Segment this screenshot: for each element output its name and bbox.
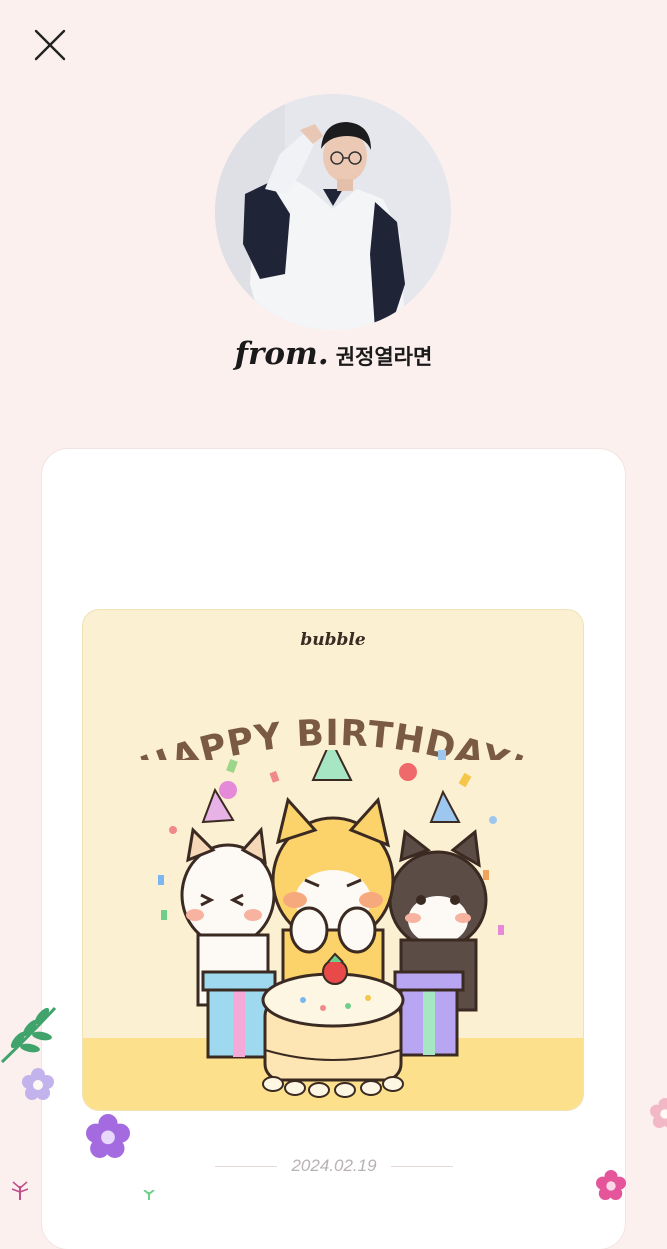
bubble-logo: bubble bbox=[83, 630, 583, 650]
close-icon bbox=[24, 20, 76, 72]
letter-date-row: 2024.02.19 bbox=[215, 1152, 453, 1180]
sprout-icon bbox=[142, 1190, 156, 1200]
flower-icon bbox=[22, 1068, 54, 1100]
divider bbox=[215, 1166, 277, 1167]
leaf-branch-icon bbox=[0, 1000, 60, 1070]
sprout-icon bbox=[8, 1176, 32, 1200]
profile-photo bbox=[215, 94, 451, 330]
sender-line: from. 권정열라면 bbox=[0, 336, 667, 372]
sender-avatar bbox=[215, 94, 451, 330]
flower-icon bbox=[650, 1098, 667, 1128]
sender-name: 권정열라면 bbox=[336, 345, 433, 369]
close-button[interactable] bbox=[24, 20, 76, 72]
divider bbox=[391, 1166, 453, 1167]
letter-date: 2024.02.19 bbox=[277, 1156, 390, 1176]
birthday-title: HAPPY BIRTHDAY! bbox=[83, 670, 583, 760]
dogs-cake-illustration bbox=[83, 750, 583, 1110]
flower-icon bbox=[596, 1170, 626, 1200]
from-prefix: from. bbox=[235, 336, 329, 372]
birthday-card-image: bubble HAPPY BIRTHDAY! bbox=[83, 610, 583, 1110]
flower-icon bbox=[86, 1114, 130, 1158]
